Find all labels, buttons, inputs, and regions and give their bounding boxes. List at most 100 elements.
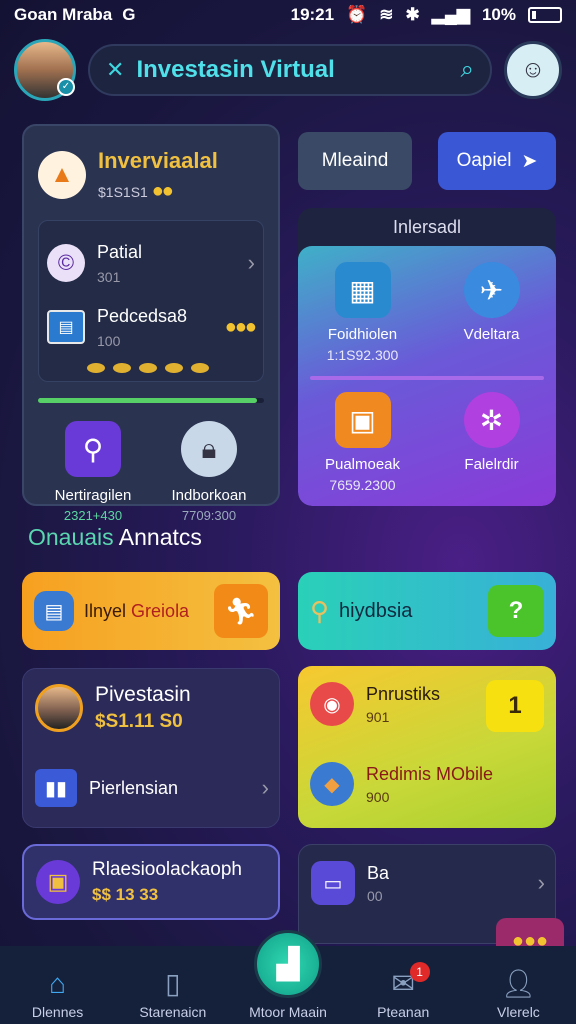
search-bar[interactable]: ✕ Investasin Virtual ⌕ [88,44,492,96]
grid-item-label: Falelrdir [464,456,519,473]
grid-item-vdeltara[interactable]: ✈ Vdeltara [427,262,556,343]
search-title: Investasin Virtual [136,56,335,83]
grid-item-value: 1:1S92.300 [326,347,399,363]
coin-c-icon: © [47,244,85,282]
list-item-value: 301 [97,268,121,285]
chevron-right-icon: › [261,775,269,800]
help-button[interactable]: ? [488,585,544,637]
list-item-label: Redimis MObile [366,763,494,784]
chart-icon: ▟ [276,947,300,981]
button-label: Oapiel [456,150,512,171]
nav-label: Starenaicn [139,1004,207,1020]
search-shield-icon: ⚲ [65,421,121,477]
status-time: 19:21 [290,5,335,24]
nav-item-home[interactable]: ⌂ Dlennes [0,964,115,1020]
grid-item-value: 7659.2300 [329,477,396,493]
list-item-label: Pedcedsa8 [97,305,188,326]
document-icon: ▦ [334,262,391,318]
coins-icon: ●● [151,179,174,202]
list-item-value: 900 [366,788,390,805]
list-item-redimis-mobile[interactable]: ◆ Redimis MObile 900 [310,762,544,806]
cube-coin-icon: ◆ [310,762,354,806]
list-item-value: 901 [366,708,390,725]
portfolio-subtitle: $1S1S1 [98,183,148,200]
section-title-part1: Onauais [28,524,114,550]
list-item-patial[interactable]: © Patial 301 › [47,231,255,295]
list-item-ba[interactable]: ▭ Ba 00 › [311,861,545,905]
assistant-bot-icon[interactable]: ☺ [504,41,562,99]
nav-label: Dlennes [31,1004,84,1020]
action-indborkoan[interactable]: 🔒︎ Indborkoan 7709:300 [154,421,264,523]
grid-item-pualmoeak[interactable]: ▣ Pualmoeak 7659.2300 [298,392,427,493]
grid-item-label: Foidhiolen [327,326,398,343]
lock-icon: 🔒︎ [181,421,237,477]
interest-heading: Inlersadl [392,217,462,237]
grid-divider [310,376,544,380]
section-title-part2: Annatcs [118,524,202,550]
gold-coins-icon: ●●● [224,315,257,338]
chart-fab-button[interactable]: ▟ [254,930,322,998]
button-label: Mleaind [321,150,389,171]
grid-item-foidhiolen[interactable]: ▦ Foidhiolen 1:1S92.300 [298,262,427,363]
dashboard-icon: ▤ [47,310,85,344]
status-carrier: Goan Mraba [14,5,113,24]
tablet-icon: ▭ [311,861,355,905]
bluetooth-icon: ✱ [405,5,420,24]
alarm-icon: ⏰ [346,5,368,24]
mail-icon: ✉ [391,968,415,999]
investment-row[interactable]: Pivestasin $S1.11 S0 [35,683,269,733]
list-item-value: 100 [97,332,121,349]
section-title: Onauais Annatcs [28,524,202,551]
nav-item-starenaicn[interactable]: ▯ Starenaicn [115,964,230,1020]
close-icon[interactable]: ✕ [106,57,124,83]
action-label: Nertiragilen [54,487,132,504]
card-greiola[interactable]: ▤ Ilnyel Greiola 🏃︎ [22,572,280,650]
card-label-part1: Ilnyel [84,600,127,621]
coin-logo-icon: ▲ [38,151,86,199]
tablet-icon: ▯ [165,968,181,999]
nav-label: Vlerelc [497,1004,540,1020]
interest-panel: Inlersadl ▦ Foidhiolen 1:1S92.300 ✈ Vdel… [298,208,556,506]
list-item-pedcedsa[interactable]: ▤ Pedcedsa8 100 ●●● [47,295,257,359]
grid-item-label: Pualmoeak [324,456,401,473]
oapiel-button[interactable]: Oapiel ➤ [438,132,556,190]
signal-icon: ▂▄▆ [431,5,470,24]
progress-fill [38,398,258,403]
card-value: $$ 13 33 [92,885,159,904]
nav-label: Mtoor Maain [249,1004,327,1020]
user-avatar[interactable]: ✓ [14,39,76,101]
action-label: Indborkoan [171,487,247,504]
list-item-label: Pnrustiks [366,683,441,704]
list-item-pierlensian[interactable]: ▮▮ Pierlensian › [35,769,269,807]
investor-avatar [35,684,83,732]
count-badge[interactable]: 1 [486,680,544,732]
search-icon[interactable]: ⌕ [461,56,474,84]
tag-icon: ⚲ [310,595,330,626]
runner-icon: 🏃︎ [214,584,268,638]
arrow-right-icon: ➤ [521,150,538,172]
header: ✓ ✕ Investasin Virtual ⌕ ☺ [14,38,562,102]
card-rlaesioolackaoph[interactable]: ▣ Rlaesioolackaoph $$ 13 33 [22,844,280,920]
nav-item-pteanan[interactable]: ✉ 1 Pteanan [346,962,461,1020]
card-hiydbsia[interactable]: ⚲ hiydbsia ? [298,572,556,650]
battery-percent: 10% [481,5,516,24]
action-value: 7709:300 [181,508,237,523]
nav-label: Pteanan [377,1004,430,1020]
chevron-right-icon: › [247,250,255,275]
action-nertiragilen[interactable]: ⚲ Nertiragilen 2321+430 [38,421,148,523]
wallet-icon: ▣ [334,392,391,448]
wifi-icon: ≋ [379,5,394,24]
verified-icon: ✓ [57,78,75,96]
grid-item-falelrdir[interactable]: ✲ Falelrdir [427,392,556,473]
mleaind-button[interactable]: Mleaind [298,132,412,190]
user-icon: 👤︎ [500,968,537,999]
plane-icon: ✈ [463,262,520,318]
progress-bar [38,398,264,403]
list-item-value: 00 [367,887,383,904]
nav-item-vlerelc[interactable]: 👤︎ Vlerelc [461,964,576,1020]
chest-icon: ◉ [310,682,354,726]
status-bar: Goan Mraba G 19:21 ⏰ ≋ ✱ ▂▄▆ 10% [0,0,576,30]
card-label: hiydbsia [339,599,413,622]
chevron-right-icon: › [537,870,545,895]
list-item-label: Ba [367,862,390,883]
